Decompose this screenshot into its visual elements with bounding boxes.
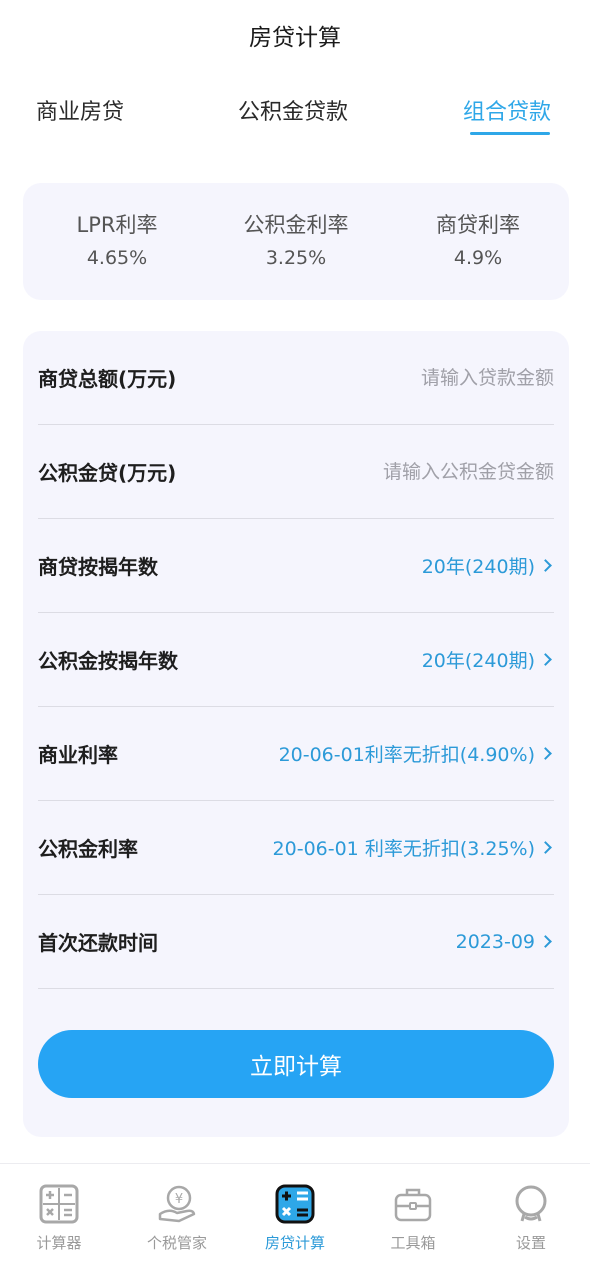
title-bar: 房贷计算: [0, 0, 590, 70]
rate-provident-fund: 公积金利率 3.25%: [206, 209, 386, 269]
active-tab-indicator: [470, 132, 550, 135]
loan-type-tabs: 商业房贷 公积金贷款 组合贷款: [0, 80, 590, 140]
rate-lpr: LPR利率 4.65%: [27, 209, 207, 269]
rate-value: 4.9%: [453, 247, 503, 269]
bottom-nav: 计算器 ¥ 个税管家 房贷计算 工具箱 设置: [0, 1163, 590, 1280]
fund-rate-selector[interactable]: 20-06-01 利率无折扣(3.25%): [273, 834, 554, 861]
form-row-commercial-amount: 商贷总额(万元): [38, 331, 554, 425]
form-row-fund-years[interactable]: 公积金按揭年数 20年(240期): [38, 613, 554, 707]
form-row-fund-amount: 公积金贷(万元): [38, 425, 554, 519]
commercial-rate-selector[interactable]: 20-06-01利率无折扣(4.90%): [279, 740, 554, 767]
commercial-rate-label: 商业利率: [38, 743, 118, 767]
chevron-right-icon: [539, 559, 552, 572]
nav-label: 计算器: [36, 1234, 82, 1252]
commercial-rate-value: 20-06-01利率无折扣(4.90%): [278, 744, 535, 766]
form-row-commercial-years[interactable]: 商贷按揭年数 20年(240期): [38, 519, 554, 613]
commercial-years-label: 商贷按揭年数: [38, 555, 158, 579]
rate-label: 公积金利率: [243, 213, 349, 237]
fund-rate-value: 20-06-01 利率无折扣(3.25%): [272, 838, 535, 860]
nav-label: 设置: [515, 1234, 546, 1252]
nav-item-mortgage[interactable]: 房贷计算: [236, 1184, 354, 1253]
chevron-right-icon: [539, 841, 552, 854]
toolbox-icon: [394, 1188, 432, 1222]
rates-card: LPR利率 4.65% 公积金利率 3.25% 商贷利率 4.9%: [23, 183, 569, 300]
calculate-button[interactable]: 立即计算: [38, 1030, 554, 1098]
form-row-fund-rate[interactable]: 公积金利率 20-06-01 利率无折扣(3.25%): [38, 801, 554, 895]
mortgage-calc-icon: [275, 1184, 315, 1224]
tab-combined-loan[interactable]: 组合贷款: [463, 94, 551, 126]
nav-item-tax[interactable]: ¥ 个税管家: [118, 1184, 236, 1253]
fund-years-value: 20年(240期): [421, 650, 535, 672]
page-title: 房贷计算: [249, 25, 341, 51]
rate-value: 4.65%: [86, 247, 148, 269]
nav-label: 房贷计算: [264, 1234, 325, 1252]
svg-text:¥: ¥: [175, 1192, 183, 1207]
rate-label: 商贷利率: [436, 213, 520, 237]
nav-item-settings[interactable]: 设置: [472, 1184, 590, 1253]
chevron-right-icon: [539, 653, 552, 666]
form-row-commercial-rate[interactable]: 商业利率 20-06-01利率无折扣(4.90%): [38, 707, 554, 801]
nav-item-calculator[interactable]: 计算器: [0, 1184, 118, 1253]
nav-label: 工具箱: [390, 1234, 436, 1252]
rate-label: LPR利率: [76, 213, 158, 237]
form-row-first-payment[interactable]: 首次还款时间 2023-09: [38, 895, 554, 989]
tab-commercial-loan[interactable]: 商业房贷: [36, 94, 124, 126]
rate-value: 3.25%: [265, 247, 327, 269]
first-payment-label: 首次还款时间: [38, 931, 158, 955]
commercial-amount-input[interactable]: [254, 366, 554, 389]
calculator-icon: [39, 1184, 79, 1224]
nav-item-toolbox[interactable]: 工具箱: [354, 1184, 472, 1253]
fund-years-label: 公积金按揭年数: [38, 649, 178, 673]
rate-commercial: 商贷利率 4.9%: [388, 209, 568, 269]
chevron-right-icon: [539, 747, 552, 760]
tab-provident-fund-loan[interactable]: 公积金贷款: [238, 94, 348, 126]
commercial-amount-label: 商贷总额(万元): [38, 367, 177, 391]
loan-form-card: 商贷总额(万元) 公积金贷(万元) 商贷按揭年数 20年(240期) 公积金按揭…: [23, 331, 569, 1137]
tax-icon: ¥: [158, 1185, 196, 1223]
first-payment-selector[interactable]: 2023-09: [456, 931, 554, 953]
fund-rate-label: 公积金利率: [38, 837, 138, 861]
settings-icon: [515, 1185, 547, 1222]
first-payment-value: 2023-09: [455, 930, 535, 953]
fund-years-selector[interactable]: 20年(240期): [422, 646, 554, 673]
commercial-years-value: 20年(240期): [421, 556, 535, 578]
commercial-years-selector[interactable]: 20年(240期): [422, 552, 554, 579]
fund-amount-input[interactable]: [254, 460, 554, 483]
chevron-right-icon: [539, 935, 552, 948]
nav-label: 个税管家: [146, 1234, 207, 1252]
fund-amount-label: 公积金贷(万元): [38, 461, 177, 485]
